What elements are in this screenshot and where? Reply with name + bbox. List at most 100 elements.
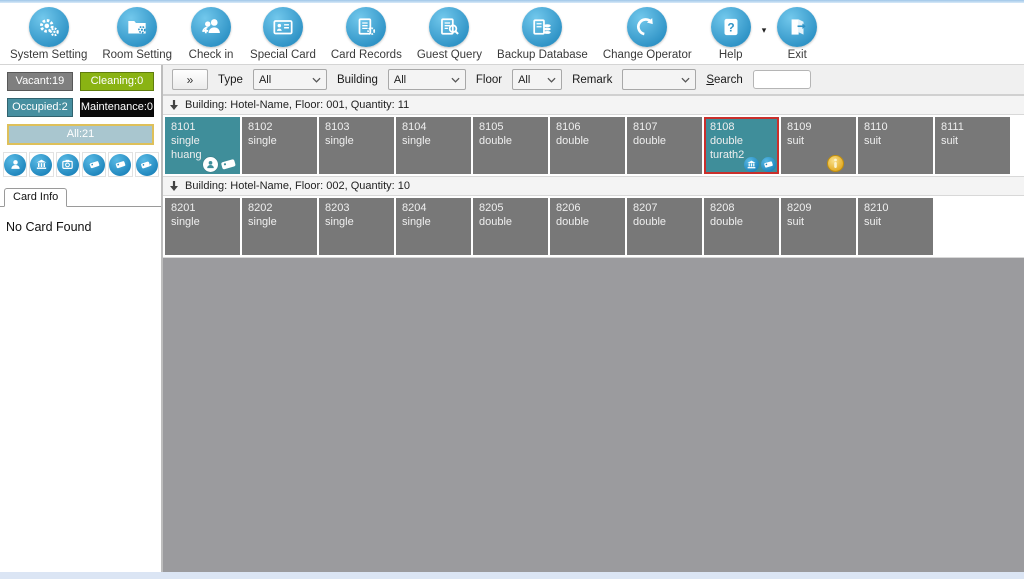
room-card-8210[interactable]: 8210 suit — [858, 198, 933, 255]
room-card-8205[interactable]: 8205 double — [473, 198, 548, 255]
room-type: suit — [864, 135, 882, 148]
room-type: double — [710, 216, 744, 229]
refresh-arrow-icon — [627, 7, 668, 47]
room-status-summary: Vacant:19 Cleaning:0 Occupied:2 Maintenance… — [0, 72, 161, 145]
room-type: single — [171, 216, 200, 229]
expand-filters-button[interactable]: » — [172, 69, 208, 90]
toolbar-button-change-operator[interactable]: Change Operator — [603, 7, 692, 61]
chevron-down-icon — [451, 77, 460, 83]
toolbar-button-guest-query[interactable]: Guest Query — [417, 7, 482, 61]
collapse-arrow-icon — [169, 180, 179, 192]
room-badges — [744, 157, 776, 172]
room-type: double — [556, 216, 590, 229]
building-badge-icon — [744, 157, 759, 172]
status-badge-occupied[interactable]: Occupied:2 — [7, 98, 73, 117]
room-type: single — [248, 216, 277, 229]
toolbar-button-label: Check in — [188, 49, 234, 61]
room-type: double — [710, 135, 744, 148]
window-bottom-edge — [0, 572, 1024, 579]
floor-select[interactable]: All — [512, 69, 563, 90]
quick-action-camera-icon[interactable] — [55, 152, 80, 177]
remark-select[interactable] — [622, 69, 697, 90]
toolbar-button-label: Room Setting — [102, 49, 173, 61]
room-type: single — [402, 135, 431, 148]
room-card-8104[interactable]: 8104 single — [396, 117, 471, 174]
room-card-8207[interactable]: 8207 double — [627, 198, 702, 255]
status-badge-vacant[interactable]: Vacant:19 — [7, 72, 73, 91]
records-gear-icon — [346, 7, 387, 47]
room-card-8206[interactable]: 8206 double — [550, 198, 625, 255]
toolbar-button-card-records[interactable]: Card Records — [331, 7, 402, 61]
quick-action-person-icon[interactable] — [3, 152, 28, 177]
toolbar-button-help[interactable]: ? Help — [707, 7, 755, 61]
floor-header-1[interactable]: Building: Hotel-Name, Floor: 001, Quanti… — [163, 96, 1024, 115]
room-card-8106[interactable]: 8106 double — [550, 117, 625, 174]
room-card-8203[interactable]: 8203 single — [319, 198, 394, 255]
status-badge-all[interactable]: All:21 — [7, 124, 154, 145]
toolbar-button-system-setting[interactable]: System Setting — [10, 7, 87, 61]
floor-header-2[interactable]: Building: Hotel-Name, Floor: 002, Quanti… — [163, 177, 1024, 196]
card-tag-icon — [109, 153, 132, 176]
caret-down-icon[interactable]: ▾ — [762, 25, 767, 36]
room-card-8110[interactable]: 8110 suit — [858, 117, 933, 174]
toolbar-button-label: Backup Database — [497, 49, 588, 61]
guests-add-icon — [191, 7, 232, 47]
remark-label: Remark — [572, 73, 613, 86]
room-number: 8208 — [710, 202, 735, 214]
room-card-8103[interactable]: 8103 single — [319, 117, 394, 174]
room-card-8101[interactable]: 8101 single huang — [165, 117, 240, 174]
room-card-8202[interactable]: 8202 single — [242, 198, 317, 255]
card-info-status: No Card Found — [6, 220, 92, 234]
toolbar-button-special-card[interactable]: Special Card — [250, 7, 316, 61]
room-number: 8209 — [787, 202, 812, 214]
search-input[interactable] — [752, 70, 811, 89]
quick-action-card-swipe-right-icon[interactable] — [134, 152, 159, 177]
floor-select-value: All — [518, 73, 531, 86]
document-search-icon — [429, 7, 470, 47]
room-card-8208[interactable]: 8208 double — [704, 198, 779, 255]
tab-card-info[interactable]: Card Info — [4, 188, 68, 207]
quick-action-card-tag-icon[interactable] — [108, 152, 133, 177]
main-panel: » Type All Building All Floor All Remark — [163, 65, 1024, 572]
room-card-8107[interactable]: 8107 double — [627, 117, 702, 174]
room-number: 8204 — [402, 202, 427, 214]
room-number: 8108 — [710, 121, 735, 133]
room-number: 8107 — [633, 121, 658, 133]
building-select[interactable]: All — [387, 69, 466, 90]
database-icon — [522, 7, 563, 47]
toolbar-button-exit[interactable]: Exit — [773, 7, 821, 61]
toolbar-button-label: Special Card — [250, 49, 316, 61]
room-card-8105[interactable]: 8105 double — [473, 117, 548, 174]
card-tag-white-icon — [220, 157, 237, 172]
content-area: Vacant:19 Cleaning:0 Occupied:2 Maintenance… — [0, 65, 1024, 572]
status-badge-cleaning[interactable]: Cleaning:0 — [79, 72, 154, 91]
empty-workspace — [163, 258, 1024, 572]
room-type: suit — [787, 216, 805, 229]
type-select[interactable]: All — [252, 69, 327, 90]
room-badges — [203, 157, 237, 172]
room-card-8204[interactable]: 8204 single — [396, 198, 471, 255]
room-number: 8104 — [402, 121, 427, 133]
card-swipe-left-icon — [83, 153, 106, 176]
room-number: 8205 — [479, 202, 504, 214]
toolbar-button-label: Card Records — [330, 49, 402, 61]
quick-action-card-swipe-left-icon[interactable] — [81, 152, 107, 177]
toolbar-button-label: Help — [718, 49, 743, 61]
type-select-value: All — [258, 73, 272, 86]
room-row-2: 8201 single 8202 single 8203 single 8204 single… — [163, 196, 1024, 258]
toolbar-button-backup-database[interactable]: Backup Database — [497, 7, 588, 61]
toolbar-button-room-setting[interactable]: Room Setting — [102, 7, 172, 61]
room-card-8108[interactable]: 8108 double turath2 — [704, 117, 779, 174]
coin-icon — [827, 155, 844, 172]
toolbar-button-check-in[interactable]: Check in — [187, 7, 235, 61]
room-card-8209[interactable]: 8209 suit — [781, 198, 856, 255]
room-type: double — [556, 135, 590, 148]
room-card-8109[interactable]: 8109 suit — [781, 117, 856, 174]
status-badge-maintenance[interactable]: Maintenance:0 — [79, 98, 154, 117]
room-card-8102[interactable]: 8102 single — [242, 117, 317, 174]
room-number: 8203 — [325, 202, 350, 214]
room-card-8201[interactable]: 8201 single — [165, 198, 240, 255]
room-number: 8102 — [248, 121, 273, 133]
room-card-8111[interactable]: 8111 suit — [935, 117, 1010, 174]
quick-action-building-icon[interactable] — [29, 152, 54, 177]
